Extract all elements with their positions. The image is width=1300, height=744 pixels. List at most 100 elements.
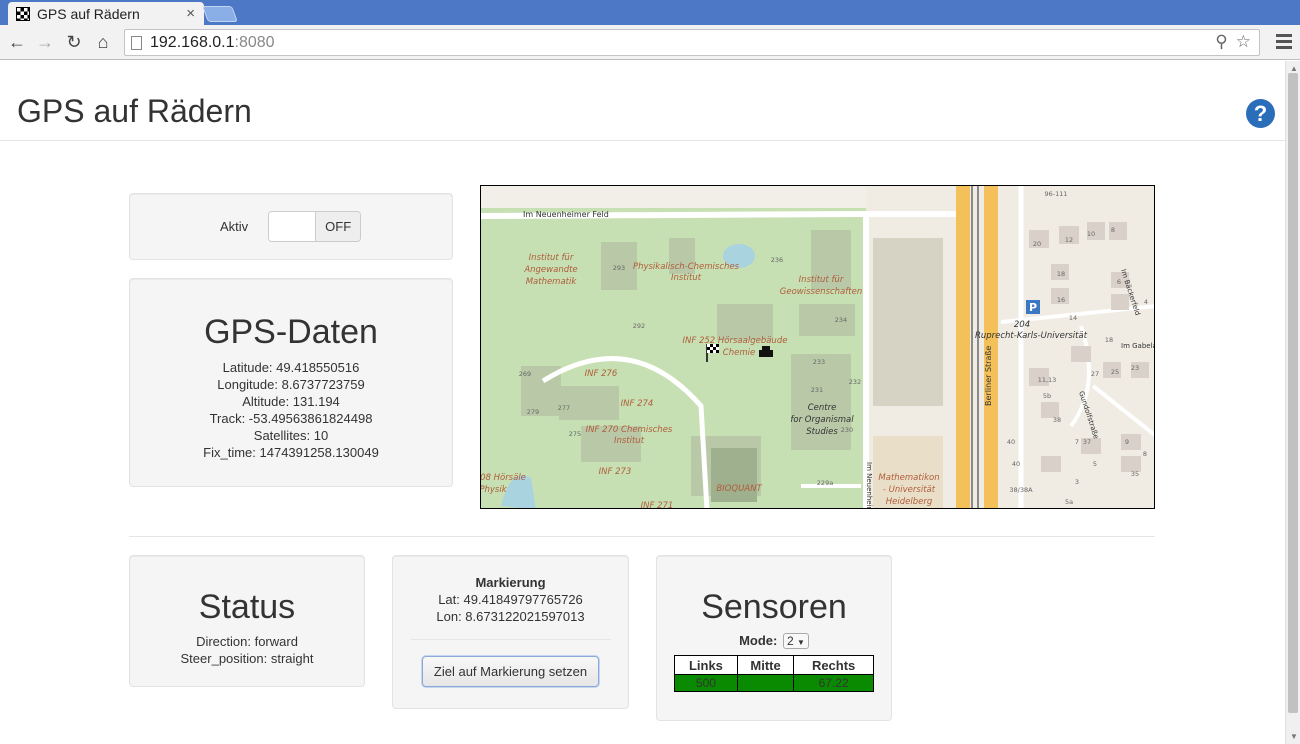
map-building-label: Physikalisch-Chemisches xyxy=(633,262,740,272)
map-building-label: Institut für xyxy=(529,253,574,263)
svg-text:8: 8 xyxy=(1143,450,1147,458)
sensoren-heading: Sensoren xyxy=(701,588,847,626)
svg-text:5a: 5a xyxy=(1065,498,1073,506)
map-building-label: for Organismal xyxy=(790,415,854,425)
map-building-label: INF 271 xyxy=(641,501,674,509)
svg-text:4: 4 xyxy=(1144,298,1148,306)
svg-text:11,13: 11,13 xyxy=(1038,376,1057,384)
map-building-label: Institut für xyxy=(799,275,844,285)
map-building-label: Mathematik xyxy=(526,277,578,287)
svg-text:3: 3 xyxy=(1075,478,1079,486)
map-building-label: BIOQUANT xyxy=(716,484,762,494)
map-building-label: INF 270 Chemisches xyxy=(586,425,673,435)
status-panel: Status Direction: forward Steer_position… xyxy=(129,555,365,687)
aktiv-row: Aktiv OFF xyxy=(220,211,362,242)
reload-icon[interactable]: ↻ xyxy=(63,31,85,53)
sensor-rechts-value: 67.22 xyxy=(793,674,874,692)
map-street-label: Berliner Straße xyxy=(984,346,993,406)
aktiv-switch-handle[interactable] xyxy=(269,212,316,241)
map-building-label: INF 276 xyxy=(585,369,618,379)
url-host: 192.168.0.1 xyxy=(150,33,235,51)
svg-text:16: 16 xyxy=(1057,296,1065,304)
map-building-label: Physik xyxy=(481,485,508,495)
browser-menu-icon[interactable] xyxy=(1276,31,1292,51)
sensor-column-header: Links xyxy=(674,655,738,675)
gps-latitude: Latitude: 49.418550516 xyxy=(222,360,360,375)
aktiv-switch[interactable]: OFF xyxy=(268,211,362,242)
home-icon[interactable]: ⌂ xyxy=(92,31,114,53)
svg-text:279: 279 xyxy=(527,408,539,416)
map-building-label: Institut xyxy=(614,436,645,446)
zoom-icon[interactable]: ⚲ xyxy=(1215,32,1227,52)
browser-tab[interactable]: GPS auf Rädern × xyxy=(8,2,204,25)
svg-text:27: 27 xyxy=(1091,370,1099,378)
svg-text:233: 233 xyxy=(813,358,825,366)
forward-arrow-icon[interactable]: → xyxy=(34,31,56,53)
scroll-up-arrow-icon[interactable]: ▲ xyxy=(1290,64,1298,73)
address-bar[interactable]: 192.168.0.1:8080 ⚲ ☆ xyxy=(124,29,1260,56)
map-building-label: Ruprecht-Karls-Universität xyxy=(975,331,1088,341)
highway xyxy=(956,186,970,508)
map-street-label: Im Neuenheimer Feld xyxy=(523,210,609,219)
svg-text:9: 9 xyxy=(1125,438,1129,446)
svg-text:229a: 229a xyxy=(817,479,833,487)
status-heading: Status xyxy=(198,588,296,626)
tab-close-icon[interactable]: × xyxy=(186,5,195,22)
map-building-label: Institut xyxy=(671,273,702,283)
map-building-label: 08 Hörsäle xyxy=(481,473,526,483)
svg-text:277: 277 xyxy=(558,404,570,412)
campus-area xyxy=(481,186,866,508)
help-icon[interactable]: ? xyxy=(1246,99,1275,128)
url-port: :8080 xyxy=(234,33,275,51)
sensoren-panel: Sensoren Mode: 2 ▼ Links Mitte Rechts 50… xyxy=(656,555,892,721)
map[interactable]: P Im Neuenheimer Feld Berliner Straße Im… xyxy=(480,185,1155,509)
map-canvas[interactable]: P Im Neuenheimer Feld Berliner Straße Im… xyxy=(481,186,1155,509)
mode-row: Mode: 2 ▼ xyxy=(657,633,891,649)
new-tab-button[interactable] xyxy=(202,6,238,22)
map-building-label: Geowissenschaften xyxy=(780,287,862,297)
svg-text:40: 40 xyxy=(1007,438,1015,446)
sensor-mitte-value xyxy=(736,674,795,692)
scroll-down-arrow-icon[interactable]: ▼ xyxy=(1290,732,1298,741)
map-building-label: 204 xyxy=(1014,320,1030,330)
sensor-header-row: Links Mitte Rechts xyxy=(674,655,874,675)
markierung-title: Markierung xyxy=(475,575,546,590)
sensor-value-row: 500 67.22 xyxy=(674,674,874,692)
map-building-label: Angewandte xyxy=(523,265,577,275)
page-content: GPS auf Rädern ? Aktiv OFF GPS-Daten Lat… xyxy=(0,61,1285,744)
top-strip xyxy=(481,186,866,208)
checkered-flag-favicon-icon xyxy=(16,6,30,21)
set-target-button[interactable]: Ziel auf Markierung setzen xyxy=(421,656,600,687)
svg-text:37: 37 xyxy=(1083,438,1091,446)
svg-text:236: 236 xyxy=(771,256,783,264)
svg-text:6: 6 xyxy=(1117,278,1121,286)
page-title: GPS auf Rädern xyxy=(17,93,252,129)
back-arrow-icon[interactable]: ← xyxy=(6,31,28,53)
section-divider xyxy=(129,536,1155,537)
bookmark-star-icon[interactable]: ☆ xyxy=(1236,32,1251,52)
map-building-label: Studies xyxy=(806,427,838,437)
svg-text:25: 25 xyxy=(1111,368,1119,376)
dropdown-arrow-icon: ▼ xyxy=(797,638,805,647)
svg-text:234: 234 xyxy=(835,316,847,324)
svg-text:96-111: 96-111 xyxy=(1044,190,1067,198)
svg-text:14: 14 xyxy=(1069,314,1077,322)
aktiv-panel: Aktiv OFF xyxy=(129,193,453,260)
svg-text:5: 5 xyxy=(1093,460,1097,468)
status-direction: Direction: forward xyxy=(196,634,298,649)
scroll-thumb[interactable] xyxy=(1288,73,1298,713)
svg-text:275: 275 xyxy=(569,430,581,438)
svg-text:5b: 5b xyxy=(1043,392,1051,400)
mode-select[interactable]: 2 ▼ xyxy=(782,633,809,649)
svg-text:40: 40 xyxy=(1012,460,1020,468)
svg-text:38/38A: 38/38A xyxy=(1009,486,1033,494)
svg-text:10: 10 xyxy=(1087,230,1095,238)
svg-text:293: 293 xyxy=(613,264,625,272)
page-scrollbar[interactable]: ▲ ▼ xyxy=(1285,61,1300,744)
gps-altitude: Altitude: 131.194 xyxy=(242,394,340,409)
status-steer-position: Steer_position: straight xyxy=(180,651,314,666)
map-street-label: Gundolfstraße xyxy=(1077,390,1100,440)
browser-tab-bar: GPS auf Rädern × xyxy=(0,0,1300,25)
browser-toolbar: ← → ↻ ⌂ 192.168.0.1:8080 ⚲ ☆ xyxy=(0,25,1300,60)
gps-satellites: Satellites: 10 xyxy=(253,428,329,443)
